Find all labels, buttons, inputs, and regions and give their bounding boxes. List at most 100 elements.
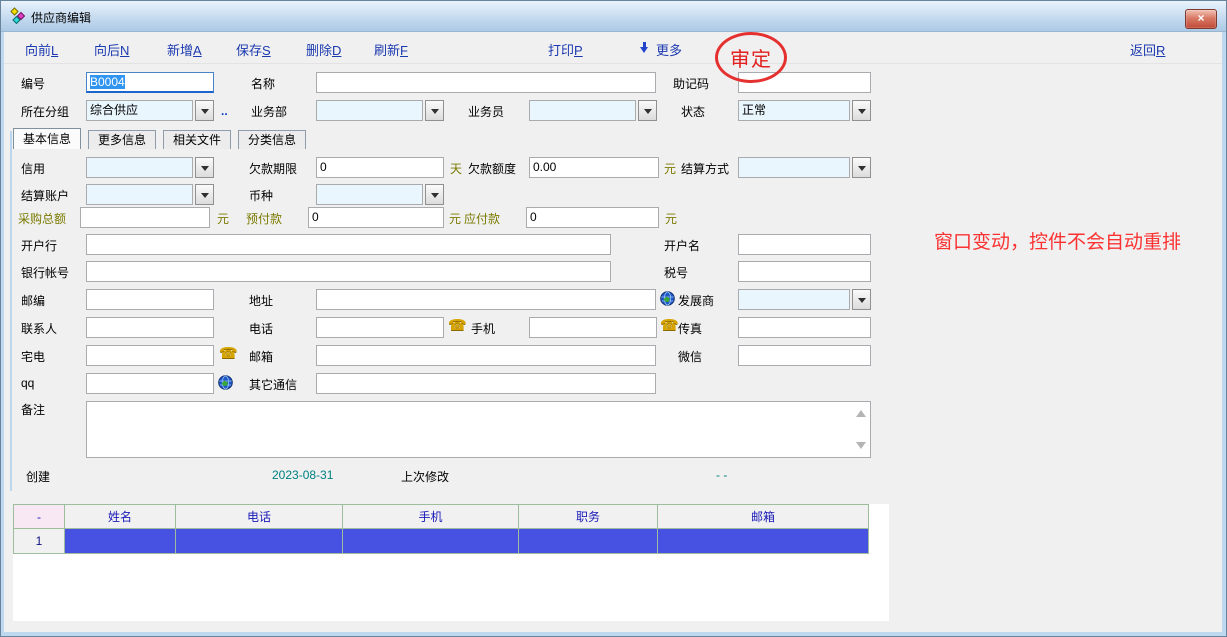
col-title[interactable]: 职务 — [519, 505, 658, 529]
mobile-cell[interactable] — [343, 529, 519, 554]
col-row-number[interactable]: - — [14, 505, 65, 529]
title-cell[interactable] — [519, 529, 658, 554]
tax-no-input[interactable] — [738, 261, 871, 282]
currency-select[interactable] — [316, 184, 423, 205]
col-name[interactable]: 姓名 — [65, 505, 176, 529]
modified-date: - - — [716, 468, 727, 482]
contact-input[interactable] — [86, 317, 214, 338]
code-input[interactable]: B0004 — [86, 72, 214, 93]
debt-limit-input[interactable]: 0.00 — [529, 157, 659, 178]
prepaid-input[interactable]: 0 — [308, 207, 444, 228]
close-button[interactable]: × — [1185, 9, 1217, 29]
name-cell[interactable] — [65, 529, 176, 554]
modified-label: 上次修改 — [401, 468, 449, 485]
scroll-up-icon[interactable] — [856, 405, 866, 417]
refresh-button[interactable]: 刷新F — [374, 40, 408, 59]
tax-no-label: 税号 — [664, 264, 688, 281]
debt-term-input[interactable]: 0 — [316, 157, 444, 178]
group-label: 所在分组 — [21, 103, 69, 120]
phone-cell[interactable] — [176, 529, 343, 554]
more-button[interactable]: 更多 — [656, 40, 682, 59]
salesman-dropdown-icon[interactable] — [638, 100, 657, 121]
purchase-total-input[interactable] — [80, 207, 210, 228]
prev-button[interactable]: 向前L — [25, 40, 58, 59]
row-number-cell[interactable]: 1 — [14, 529, 65, 554]
remark-label: 备注 — [21, 401, 45, 418]
phone-label: 电话 — [249, 320, 273, 337]
payable-unit: 元 — [665, 210, 677, 227]
purchase-total-label: 采购总额 — [18, 210, 66, 227]
settle-method-select[interactable] — [738, 157, 850, 178]
dept-dropdown-icon[interactable] — [425, 100, 444, 121]
settle-account-dropdown-icon[interactable] — [195, 184, 214, 205]
bank-account-input[interactable] — [86, 261, 611, 282]
qq-input[interactable] — [86, 373, 214, 394]
bank-account-label: 银行帐号 — [21, 264, 69, 281]
group-browse-button[interactable]: .. — [221, 104, 228, 118]
name-label: 名称 — [251, 75, 275, 92]
tab-strip: 基本信息 更多信息 相关文件 分类信息 — [13, 130, 306, 149]
delete-button[interactable]: 删除D — [306, 40, 341, 59]
address-input[interactable] — [316, 289, 656, 310]
developer-select[interactable] — [738, 289, 850, 310]
phone-input[interactable] — [316, 317, 444, 338]
back-button[interactable]: 返回R — [1130, 40, 1165, 59]
table-row[interactable]: 1 — [14, 529, 869, 554]
status-dropdown-icon[interactable] — [852, 100, 871, 121]
phone-icon: ☎ — [219, 344, 238, 362]
email-input[interactable] — [316, 345, 656, 366]
tab-basic-info[interactable]: 基本信息 — [13, 128, 81, 149]
developer-dropdown-icon[interactable] — [852, 289, 871, 310]
status-select[interactable]: 正常 — [738, 100, 850, 121]
next-button[interactable]: 向后N — [94, 40, 129, 59]
currency-dropdown-icon[interactable] — [425, 184, 444, 205]
title-bar[interactable]: 供应商编辑 × — [1, 1, 1226, 32]
prepaid-label: 预付款 — [246, 210, 282, 227]
tab-page-border — [10, 131, 12, 491]
group-dropdown-icon[interactable] — [195, 100, 214, 121]
created-date: 2023-08-31 — [272, 468, 333, 482]
credit-dropdown-icon[interactable] — [195, 157, 214, 178]
window-border-left — [1, 30, 4, 636]
dept-label: 业务部 — [251, 103, 287, 120]
phone-icon: ☎ — [448, 316, 467, 334]
app-icon — [10, 7, 27, 29]
col-email[interactable]: 邮箱 — [658, 505, 869, 529]
payable-input[interactable]: 0 — [526, 207, 659, 228]
tab-category-info[interactable]: 分类信息 — [238, 130, 306, 149]
print-button[interactable]: 打印P — [548, 40, 583, 59]
save-button[interactable]: 保存S — [236, 40, 271, 59]
salesman-select[interactable] — [529, 100, 636, 121]
fax-input[interactable] — [738, 317, 871, 338]
wechat-input[interactable] — [738, 345, 871, 366]
remark-scrollbar[interactable] — [853, 403, 869, 456]
debt-term-label: 欠款期限 — [249, 160, 297, 177]
col-mobile[interactable]: 手机 — [343, 505, 519, 529]
home-phone-input[interactable] — [86, 345, 214, 366]
bank-input[interactable] — [86, 234, 611, 255]
remark-textarea[interactable] — [86, 401, 871, 458]
add-button[interactable]: 新增A — [167, 40, 202, 59]
other-contact-input[interactable] — [316, 373, 656, 394]
account-name-label: 开户名 — [664, 237, 700, 254]
email-label: 邮箱 — [249, 348, 273, 365]
settle-method-dropdown-icon[interactable] — [852, 157, 871, 178]
credit-select[interactable] — [86, 157, 193, 178]
more-down-arrow-icon — [640, 42, 649, 54]
zip-input[interactable] — [86, 289, 214, 310]
dept-select[interactable] — [316, 100, 423, 121]
account-name-input[interactable] — [738, 234, 871, 255]
scroll-down-icon[interactable] — [856, 442, 866, 454]
contacts-header-row: - 姓名 电话 手机 职务 邮箱 — [14, 505, 869, 529]
tab-related-files[interactable]: 相关文件 — [163, 130, 231, 149]
mobile-input[interactable] — [529, 317, 657, 338]
col-phone[interactable]: 电话 — [176, 505, 343, 529]
email-cell[interactable] — [658, 529, 869, 554]
group-select[interactable]: 综合供应 — [86, 100, 193, 121]
reflow-annotation-text: 窗口变动，控件不会自动重排 — [934, 227, 1181, 254]
name-input[interactable] — [316, 72, 656, 93]
credit-label: 信用 — [21, 160, 45, 177]
tab-more-info[interactable]: 更多信息 — [88, 130, 156, 149]
settle-account-select[interactable] — [86, 184, 193, 205]
approve-annotation-text: 审定 — [730, 43, 772, 72]
